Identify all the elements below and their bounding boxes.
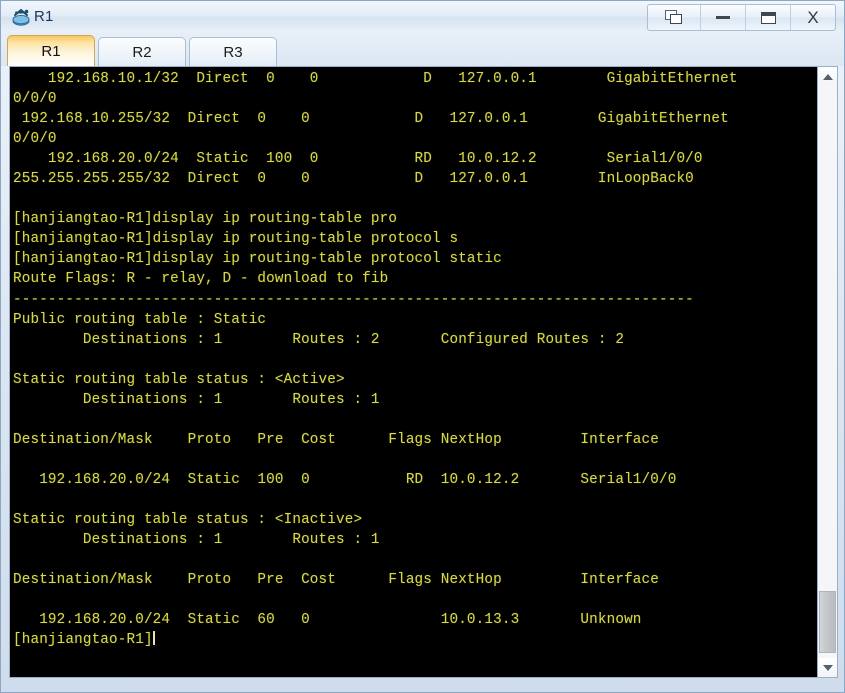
maximize-icon [760,11,776,24]
scroll-down-icon [822,664,833,671]
restore-icon [665,10,683,25]
terminal-line: [hanjiangtao-R1]display ip routing-table… [13,251,502,268]
restore-button[interactable] [648,5,701,30]
terminal-line: Destinations : 1 Routes : 1 [13,391,380,408]
terminal-line: Static routing table status : <Inactive> [13,512,363,529]
terminal-line: 192.168.10.255/32 Direct 0 0 D 127.0.0.1… [13,111,729,128]
terminal-line: Destination/Mask Proto Pre Cost Flags Ne… [13,572,659,589]
terminal-prompt: [hanjiangtao-R1] [13,632,153,649]
terminal-line: Static routing table status : <Active> [13,371,345,388]
router-icon [12,8,30,26]
close-button[interactable]: X [791,5,835,30]
minimize-button[interactable] [701,5,746,30]
tab-r2[interactable]: R2 [98,37,186,66]
scroll-up-button[interactable] [818,67,837,86]
terminal-line: Destinations : 1 Routes : 2 Configured R… [13,331,625,348]
maximize-button[interactable] [746,5,791,30]
window-bottom-strip [1,686,844,692]
terminal-line: 255.255.255.255/32 Direct 0 0 D 127.0.0.… [13,171,694,188]
tab-r1[interactable]: R1 [7,35,95,66]
terminal-scrollbar[interactable] [817,67,837,677]
terminal-line: Public routing table : Static [13,311,267,328]
terminal-line: 192.168.20.0/24 Static 60 0 10.0.13.3 Un… [13,612,642,629]
tab-r3[interactable]: R3 [189,37,277,66]
terminal-line: 0/0/0 [13,91,57,108]
window-controls: X [647,4,836,31]
terminal-line: Destination/Mask Proto Pre Cost Flags Ne… [13,431,659,448]
terminal-line: ----------------------------------------… [13,291,694,308]
title-bar[interactable]: R1 X [1,1,844,32]
terminal-line: 0/0/0 [13,131,57,148]
terminal-prompt-line: [hanjiangtao-R1] [13,630,817,650]
tab-strip: R1 R2 R3 [1,32,844,66]
close-icon: X [807,8,819,27]
terminal-area: 192.168.10.1/32 Direct 0 0 D 127.0.0.1 G… [9,66,838,678]
tab-r3-label: R3 [223,43,243,61]
terminal-cursor [152,631,155,646]
scrollbar-track[interactable] [818,86,837,658]
terminal-text: 192.168.10.1/32 Direct 0 0 D 127.0.0.1 G… [13,69,817,650]
scrollbar-thumb[interactable] [819,591,836,653]
terminal-output[interactable]: 192.168.10.1/32 Direct 0 0 D 127.0.0.1 G… [10,67,817,677]
tab-r2-label: R2 [132,43,152,61]
terminal-line: Route Flags: R - relay, D - download to … [13,271,389,288]
scroll-down-button[interactable] [818,658,837,677]
minimize-icon [716,16,730,19]
terminal-line: 192.168.20.0/24 Static 100 0 RD 10.0.12.… [13,471,677,488]
terminal-line: [hanjiangtao-R1]display ip routing-table… [13,231,459,248]
terminal-line: 192.168.20.0/24 Static 100 0 RD 10.0.12.… [13,151,703,168]
window-title: R1 [34,7,54,25]
scroll-up-icon [822,73,833,80]
tab-r1-label: R1 [41,42,61,60]
terminal-line: [hanjiangtao-R1]display ip routing-table… [13,211,398,228]
terminal-window: R1 X R1 R2 R3 192.168.10.1/32 Direct 0 0… [0,0,845,693]
terminal-line: 192.168.10.1/32 Direct 0 0 D 127.0.0.1 G… [13,71,738,87]
terminal-line: Destinations : 1 Routes : 1 [13,532,380,549]
